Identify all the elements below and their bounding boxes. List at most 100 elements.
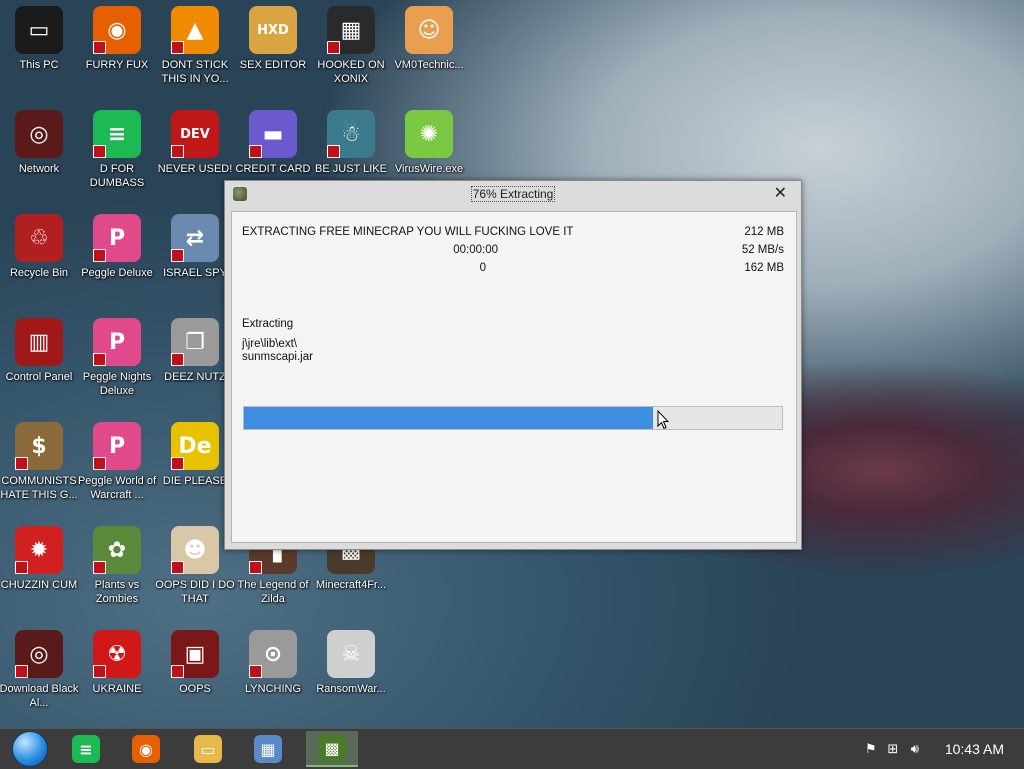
speed: 52 MB/s (741, 244, 784, 256)
icon-glyph: De (178, 433, 212, 459)
shortcut-badge-icon (327, 41, 340, 54)
desktop-icon-lynching[interactable]: ⊙ LYNCHING (234, 630, 312, 696)
shortcut-badge-icon (171, 353, 184, 366)
network-orb-icon: ◎ (15, 110, 63, 158)
icon-glyph: P (108, 329, 126, 355)
desktop-icon-label: Download Black Al... (0, 683, 79, 709)
taskbar-firefox-button[interactable]: ◉ (120, 731, 172, 767)
santa-icon: ☃ (327, 110, 375, 158)
desktop-icon-label: FURRY FUX (85, 59, 149, 71)
portrait-icon: ☻ (171, 526, 219, 574)
desktop-icon-this-pc[interactable]: ▭ This PC (0, 6, 78, 72)
desktop-icon-label: DONT STICK THIS IN YO... (161, 59, 229, 85)
status-label: Extracting (242, 318, 294, 330)
xonix-icon: ▦ (327, 6, 375, 54)
shortcut-badge-icon (171, 665, 184, 678)
desktop-icon-die-please[interactable]: De DIE PLEASE (156, 422, 234, 488)
taskbar-remote-desktop-button[interactable]: ▦ (242, 731, 294, 767)
processed-count: 0 (479, 262, 486, 274)
shortcut-badge-icon (93, 145, 106, 158)
icon-glyph: ❐ (185, 329, 205, 355)
monitor-icon: ▭ (15, 6, 63, 54)
total-size: 212 MB (744, 226, 784, 238)
desktop-icon-never-used[interactable]: DEV NEVER USED! (156, 110, 234, 176)
desktop-icon-label: Peggle Nights Deluxe (82, 371, 152, 397)
desktop-icon-israel-spy[interactable]: ⇄ ISRAEL SPY (156, 214, 234, 280)
desktop-icon-dont-stick[interactable]: ▲ DONT STICK THIS IN YO... (156, 6, 234, 86)
folder-icon: ▭ (194, 735, 222, 763)
desktop-icon-vm0technic[interactable]: ☺ VM0Technic... (390, 6, 468, 72)
money-bag-icon: $ (15, 422, 63, 470)
desktop-icon-communists[interactable]: $ COMMUNISTS HATE THIS G... (0, 422, 78, 502)
processed-size: 162 MB (744, 262, 784, 274)
chuzzle-icon: ✹ (15, 526, 63, 574)
icon-glyph: HXD (257, 22, 289, 38)
desktop-icon-hooked-on-xonix[interactable]: ▦ HOOKED ON XONIX (312, 6, 390, 86)
icon-glyph: ◎ (29, 641, 49, 667)
shortcut-badge-icon (93, 249, 106, 262)
shortcut-badge-icon (93, 41, 106, 54)
recycle-bin-icon: ♲ (15, 214, 63, 262)
desktop-icon-peggle-world[interactable]: P Peggle World of Warcraft ... (78, 422, 156, 502)
peggle-icon: P (93, 214, 141, 262)
desktop-icon-credit-card[interactable]: ▬ CREDIT CARD (234, 110, 312, 176)
noose-icon: ⊙ (249, 630, 297, 678)
start-button[interactable] (4, 731, 56, 767)
desktop-icon-label: CHUZZIN CUM (0, 579, 78, 591)
vlc-cone-icon: ▲ (171, 6, 219, 54)
flag-icon[interactable]: ⚑ (863, 741, 879, 757)
taskbar-minecraft-button[interactable]: ▩ (306, 731, 358, 767)
shortcut-badge-icon (15, 457, 28, 470)
icon-glyph: ▣ (184, 641, 206, 667)
clock[interactable]: 10:43 AM (945, 741, 1004, 757)
icon-glyph: P (108, 225, 126, 251)
desktop-icon-label: D FOR DUMBASS (89, 163, 145, 189)
desktop-icon-download-black[interactable]: ◎ Download Black Al... (0, 630, 78, 710)
desktop-icon-sex-editor[interactable]: HXD SEX EDITOR (234, 6, 312, 72)
volume-icon[interactable]: 🔊︎ (907, 741, 923, 757)
desktop-icon-peggle-nights[interactable]: P Peggle Nights Deluxe (78, 318, 156, 398)
elapsed-time: 00:00:00 (453, 244, 498, 256)
desktop-icon-network[interactable]: ◎ Network (0, 110, 78, 176)
desktop-icon-plants-vs-zombies[interactable]: ✿ Plants vs Zombies (78, 526, 156, 606)
doctor-icon: ☺ (405, 6, 453, 54)
icon-glyph: ≡ (107, 121, 127, 147)
taskbar-spotify-button[interactable]: ≡ (60, 731, 112, 767)
close-button[interactable]: ✕ (774, 183, 787, 203)
desktop-icon-be-just-like[interactable]: ☃ BE JUST LIKE (312, 110, 390, 176)
shortcut-badge-icon (327, 145, 340, 158)
desktop-icon-ransomware[interactable]: ☠ RansomWar... (312, 630, 390, 696)
desktop-icon-d-for-dumbass[interactable]: ≡ D FOR DUMBASS (78, 110, 156, 190)
desktop-icon-oops-did-i[interactable]: ☻ OOPS DID I DO THAT (155, 526, 235, 606)
shortcut-badge-icon (93, 457, 106, 470)
icon-glyph: ☻ (183, 537, 207, 563)
desktop-icon-label: OOPS DID I DO THAT (155, 579, 235, 605)
desktop-icon-deez-nutz[interactable]: ❐ DEEZ NUTZ (156, 318, 234, 384)
shortcut-badge-icon (171, 249, 184, 262)
icon-glyph: ♲ (29, 225, 49, 251)
desktop-icon-label: Control Panel (5, 371, 73, 383)
progress-fill (244, 407, 653, 429)
desktop-icon-chuzzin-cum[interactable]: ✹ CHUZZIN CUM (0, 526, 78, 592)
radiation-icon: ☢ (93, 630, 141, 678)
taskbar-explorer-button[interactable]: ▭ (182, 731, 234, 767)
desktop-icon-label: Peggle World of Warcraft ... (77, 475, 157, 501)
current-path: j\jre\lib\ext\ (242, 338, 297, 350)
shortcut-badge-icon (171, 561, 184, 574)
icon-glyph: ≡ (79, 739, 93, 759)
system-tray: ⚑ ⊞ 🔊︎ 10:43 AM (863, 729, 1024, 769)
desktop-icon-furry-fux[interactable]: ◉ FURRY FUX (78, 6, 156, 72)
desktop-icon-viruswire[interactable]: ✺ VirusWire.exe (390, 110, 468, 176)
desktop-icon-ukraine[interactable]: ☢ UKRAINE (78, 630, 156, 696)
desktop-icon-oops[interactable]: ▣ OOPS (156, 630, 234, 696)
desktop-icon-recycle-bin[interactable]: ♲ Recycle Bin (0, 214, 78, 280)
icon-glyph: ⇄ (185, 225, 205, 251)
desktop-icon-control-panel[interactable]: ▥ Control Panel (0, 318, 78, 384)
desktop-icon-peggle-deluxe[interactable]: P Peggle Deluxe (78, 214, 156, 280)
icon-glyph: ▲ (186, 17, 204, 43)
shortcut-badge-icon (249, 561, 262, 574)
dialog-titlebar[interactable]: 76% Extracting ✕ (225, 181, 801, 207)
extraction-panel: EXTRACTING FREE MINECRAP YOU WILL FUCKIN… (231, 211, 797, 543)
network-tray-icon[interactable]: ⊞ (885, 741, 901, 757)
peggle-nights-icon: P (93, 318, 141, 366)
